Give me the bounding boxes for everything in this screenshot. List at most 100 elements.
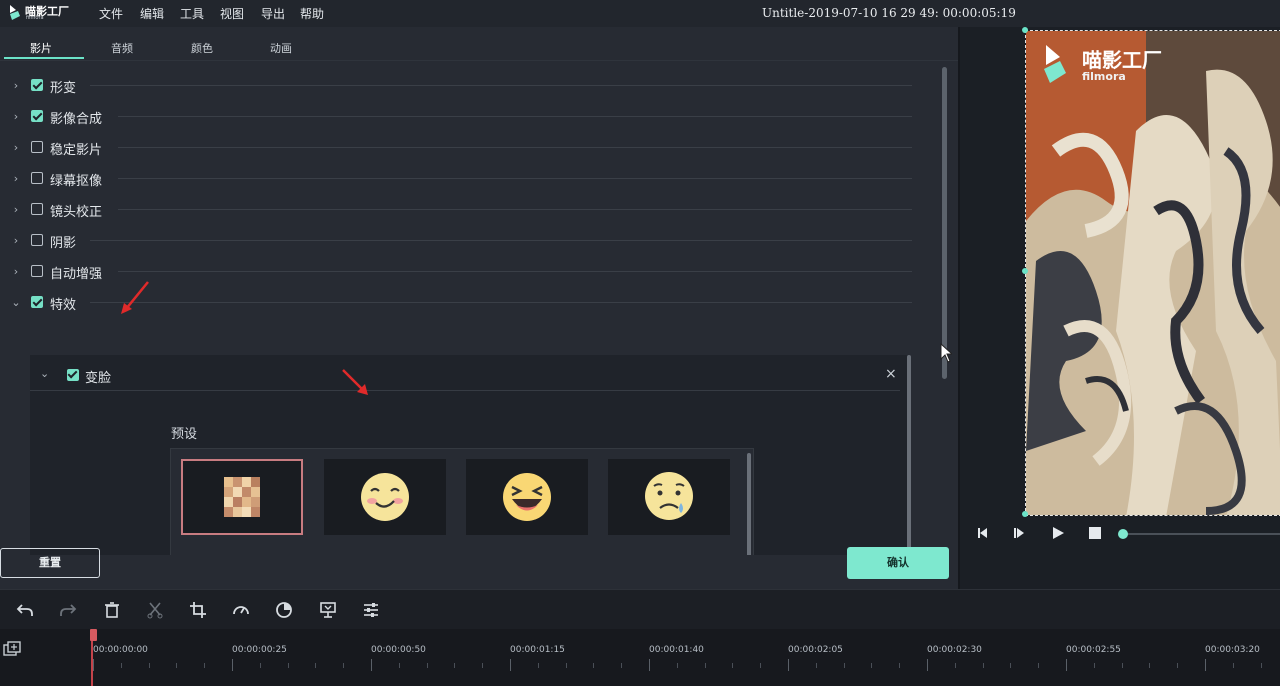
play-icon[interactable] [1051, 526, 1065, 540]
chevron-right-icon[interactable]: › [10, 204, 22, 216]
prev-frame-icon[interactable] [976, 526, 990, 540]
tick-minor [593, 663, 595, 668]
cut-icon[interactable] [145, 600, 165, 620]
menu-item-0[interactable]: 文件 [99, 5, 123, 22]
preset-scrollbar[interactable] [747, 453, 751, 555]
stop-icon[interactable] [1088, 526, 1102, 540]
close-icon[interactable]: × [885, 366, 897, 382]
chevron-down-icon[interactable]: ⌄ [10, 297, 22, 309]
tab-bar: 影片 音频 颜色 动画 [0, 27, 958, 61]
tick-minor [343, 663, 345, 668]
settings-checkbox[interactable] [31, 110, 43, 122]
video-frame-image [1026, 31, 1280, 515]
row-divider [118, 116, 912, 117]
face-off-checkbox[interactable] [67, 369, 79, 381]
settings-checkbox[interactable] [31, 172, 43, 184]
active-tab-indicator [4, 57, 84, 59]
mosaic-icon [224, 477, 260, 517]
tick-minor [1149, 663, 1151, 668]
annotation-arrow-icon [121, 281, 149, 314]
preview-progress-handle[interactable] [1118, 529, 1128, 539]
preset-smile[interactable] [324, 459, 446, 535]
delete-icon[interactable] [102, 600, 122, 620]
menu-item-3[interactable]: 视图 [220, 5, 244, 22]
tick-minor [120, 663, 122, 668]
effect-scrollbar[interactable] [907, 355, 911, 555]
tick-minor [1260, 663, 1262, 668]
menu-item-2[interactable]: 工具 [180, 5, 204, 22]
preset-sad[interactable] [608, 459, 730, 535]
tick-minor [1121, 663, 1123, 668]
chevron-right-icon[interactable]: › [10, 142, 22, 154]
app-logo: 喵影工厂 filmora [8, 3, 70, 23]
settings-row[interactable]: › 镜头校正 [0, 201, 920, 225]
menu-item-1[interactable]: 编辑 [140, 5, 164, 22]
tick-minor [760, 663, 762, 668]
green-screen-icon[interactable] [318, 600, 338, 620]
resize-handle[interactable] [1022, 268, 1028, 274]
settings-row[interactable]: › 形变 [0, 77, 920, 101]
settings-checkbox[interactable] [31, 265, 43, 277]
settings-checkbox[interactable] [31, 79, 43, 91]
tab-1[interactable]: 音频 [111, 40, 133, 56]
reset-button[interactable]: 重置 [0, 548, 100, 578]
speed-icon[interactable] [231, 600, 251, 620]
settings-row[interactable]: › 绿幕抠像 [0, 170, 920, 194]
settings-row-label: 形变 [50, 81, 77, 96]
settings-checkbox[interactable] [31, 234, 43, 246]
filmora-logo-icon [10, 5, 20, 20]
settings-checkbox[interactable] [31, 141, 43, 153]
face-off-label: 变脸 [85, 371, 112, 386]
next-frame-icon[interactable] [1012, 526, 1026, 540]
settings-row[interactable]: › 影像合成 [0, 108, 920, 132]
tab-3[interactable]: 动画 [270, 40, 292, 56]
redo-icon[interactable] [58, 600, 78, 620]
tick-minor [148, 663, 150, 668]
color-icon[interactable] [274, 600, 294, 620]
settings-row-label: 绿幕抠像 [50, 174, 103, 189]
timeline-ruler[interactable]: 00:00:00:00 00:00:00:25 00:00:00:50 00:00:0… [0, 629, 1280, 686]
tick-minor [954, 663, 956, 668]
resize-handle[interactable] [1022, 27, 1028, 33]
chevron-right-icon[interactable]: › [10, 80, 22, 92]
playhead-handle[interactable] [90, 629, 97, 641]
preset-laugh[interactable] [466, 459, 588, 535]
settings-row-label: 特效 [50, 298, 77, 313]
tick-minor [287, 663, 289, 668]
undo-icon[interactable] [15, 600, 35, 620]
preset-grid [170, 448, 754, 555]
tab-2[interactable]: 颜色 [191, 40, 213, 56]
chevron-right-icon[interactable]: › [10, 111, 22, 123]
tick-minor [482, 663, 484, 668]
chevron-right-icon[interactable]: › [10, 235, 22, 247]
face-off-header[interactable]: ⌄ 变脸 × [30, 355, 900, 391]
adjust-icon[interactable] [361, 600, 381, 620]
tick-major [232, 659, 233, 671]
preview-progress-track[interactable] [1123, 533, 1280, 535]
menu-item-5[interactable]: 帮助 [300, 5, 324, 22]
video-preview[interactable]: 喵影工厂 filmora [1025, 30, 1280, 516]
tick-minor [843, 663, 845, 668]
settings-checkbox[interactable] [31, 296, 43, 308]
confirm-button[interactable]: 确认 [847, 547, 949, 579]
settings-checkbox[interactable] [31, 203, 43, 215]
chevron-right-icon[interactable]: › [10, 266, 22, 278]
preset-mosaic[interactable] [181, 459, 303, 535]
menu-item-4[interactable]: 导出 [261, 5, 285, 22]
tick-minor [1038, 663, 1040, 668]
row-divider [118, 271, 912, 272]
settings-row[interactable]: › 阴影 [0, 232, 920, 256]
chevron-down-icon[interactable]: ⌄ [40, 367, 49, 380]
tick-minor [565, 663, 567, 668]
add-track-icon[interactable] [3, 641, 23, 659]
preset-title: 预设 [171, 427, 198, 442]
crop-icon[interactable] [188, 600, 208, 620]
watermark-text: 喵影工厂 [1082, 48, 1162, 72]
chevron-right-icon[interactable]: › [10, 173, 22, 185]
smile-emoji-icon [361, 473, 409, 521]
tab-0[interactable]: 影片 [30, 40, 52, 56]
settings-row[interactable]: › 稳定影片 [0, 139, 920, 163]
resize-handle[interactable] [1022, 511, 1028, 517]
settings-scrollbar[interactable] [942, 67, 947, 379]
tick-minor [621, 663, 623, 668]
